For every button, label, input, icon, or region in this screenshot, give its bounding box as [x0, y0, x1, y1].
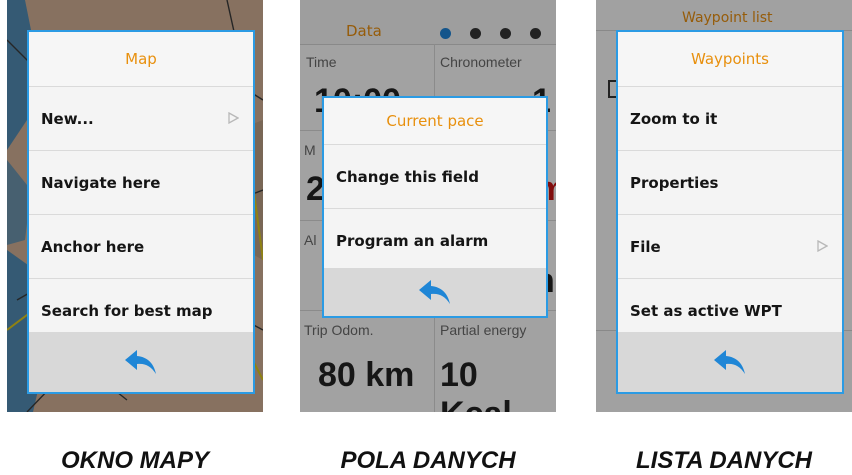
- menu-item-navigate-here[interactable]: Navigate here: [29, 151, 253, 215]
- map-context-menu: Map New... Navigate here Anchor here Sea…: [27, 30, 255, 394]
- menu-item-label: Program an alarm: [336, 232, 489, 250]
- back-button[interactable]: [324, 268, 546, 316]
- data-fields-screen: Data Time Chronometer 10:00 1 M 2 m Al n…: [300, 0, 556, 412]
- waypoint-context-menu: Waypoints Zoom to it Properties File Set…: [616, 30, 844, 394]
- menu-item-label: Search for best map: [41, 302, 213, 320]
- submenu-arrow-icon: [816, 238, 829, 256]
- menu-item-label: Anchor here: [41, 237, 145, 256]
- menu-item-label: Properties: [630, 173, 719, 192]
- menu-item-program-alarm[interactable]: Program an alarm: [324, 209, 546, 273]
- field-context-menu: Current pace Change this field Program a…: [322, 96, 548, 318]
- back-arrow-icon: [714, 350, 745, 374]
- back-arrow-icon: [125, 350, 156, 374]
- menu-item-file[interactable]: File: [618, 215, 842, 279]
- menu-item-label: Set as active WPT: [630, 302, 782, 320]
- caption-data-fields: POLA DANYCH: [340, 447, 516, 474]
- back-button[interactable]: [618, 332, 842, 392]
- menu-item-label: Navigate here: [41, 173, 161, 192]
- submenu-arrow-icon: [227, 110, 240, 128]
- menu-item-anchor-here[interactable]: Anchor here: [29, 215, 253, 279]
- waypoint-list-screen: Waypoint list Waypoints Zoom to it Prope…: [596, 0, 852, 412]
- menu-item-label: File: [630, 237, 661, 256]
- menu-item-new[interactable]: New...: [29, 87, 253, 151]
- menu-title: Current pace: [324, 98, 546, 145]
- menu-title: Map: [29, 32, 253, 87]
- map-screen: Map New... Navigate here Anchor here Sea…: [7, 0, 263, 412]
- menu-item-properties[interactable]: Properties: [618, 151, 842, 215]
- caption-data-list: LISTA DANYCH: [636, 447, 812, 474]
- back-button[interactable]: [29, 332, 253, 392]
- caption-map: OKNO MAPY: [60, 447, 209, 474]
- menu-item-label: Zoom to it: [630, 109, 718, 128]
- menu-item-change-field[interactable]: Change this field: [324, 145, 546, 209]
- menu-title: Waypoints: [618, 32, 842, 87]
- menu-item-label: Change this field: [336, 167, 479, 186]
- back-arrow-icon: [419, 280, 450, 304]
- menu-item-label: New...: [41, 109, 94, 128]
- menu-item-zoom-to-it[interactable]: Zoom to it: [618, 87, 842, 151]
